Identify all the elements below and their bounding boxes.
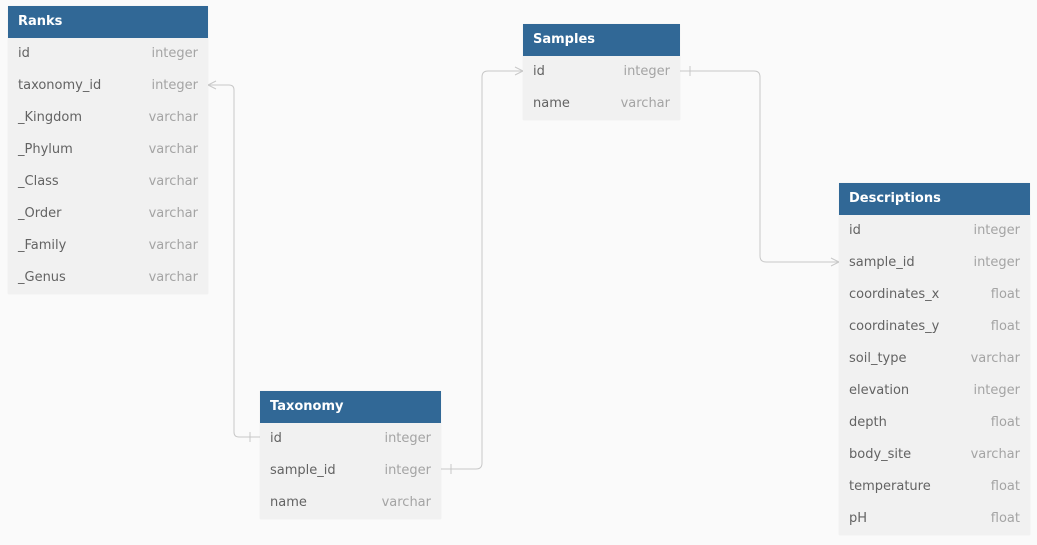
column-row[interactable]: coordinates_y float bbox=[839, 311, 1030, 343]
column-row[interactable]: pH float bbox=[839, 503, 1030, 535]
diagram-canvas: Ranks id integer taxonomy_id integer _Kingdo… bbox=[0, 0, 1037, 545]
column-type: varchar bbox=[620, 96, 670, 111]
column-name: elevation bbox=[849, 383, 910, 398]
column-type: varchar bbox=[148, 238, 198, 253]
column-type: integer bbox=[151, 78, 198, 93]
table-samples-columns: id integer name varchar bbox=[523, 56, 680, 120]
column-name: depth bbox=[849, 415, 887, 430]
column-name: pH bbox=[849, 511, 868, 526]
column-type: varchar bbox=[148, 174, 198, 189]
column-type: integer bbox=[384, 463, 431, 478]
column-name: _Genus bbox=[18, 270, 66, 285]
column-type: varchar bbox=[970, 447, 1020, 462]
column-type: integer bbox=[973, 223, 1020, 238]
column-name: body_site bbox=[849, 447, 912, 462]
table-taxonomy-header[interactable]: Taxonomy bbox=[260, 391, 441, 423]
table-taxonomy[interactable]: Taxonomy id integer sample_id integer name va… bbox=[260, 391, 441, 519]
column-row[interactable]: id integer bbox=[8, 38, 208, 70]
column-row[interactable]: _Kingdom varchar bbox=[8, 102, 208, 134]
column-row[interactable]: _Genus varchar bbox=[8, 262, 208, 294]
column-type: float bbox=[990, 479, 1020, 494]
column-row[interactable]: _Class varchar bbox=[8, 166, 208, 198]
column-name: name bbox=[270, 495, 307, 510]
column-type: integer bbox=[973, 255, 1020, 270]
column-type: integer bbox=[151, 46, 198, 61]
column-type: varchar bbox=[148, 270, 198, 285]
column-name: _Kingdom bbox=[18, 110, 82, 125]
column-row[interactable]: sample_id integer bbox=[839, 247, 1030, 279]
column-row[interactable]: id integer bbox=[839, 215, 1030, 247]
table-ranks-columns: id integer taxonomy_id integer _Kingdom varch… bbox=[8, 38, 208, 294]
column-row[interactable]: name varchar bbox=[260, 487, 441, 519]
column-type: varchar bbox=[381, 495, 431, 510]
table-descriptions-columns: id integer sample_id integer coordinates_x fl… bbox=[839, 215, 1030, 535]
column-type: float bbox=[990, 287, 1020, 302]
column-name: taxonomy_id bbox=[18, 78, 102, 93]
column-row[interactable]: depth float bbox=[839, 407, 1030, 439]
column-type: integer bbox=[973, 383, 1020, 398]
column-row[interactable]: soil_type varchar bbox=[839, 343, 1030, 375]
column-type: integer bbox=[384, 431, 431, 446]
table-ranks[interactable]: Ranks id integer taxonomy_id integer _Kingdo… bbox=[8, 6, 208, 294]
column-row[interactable]: taxonomy_id integer bbox=[8, 70, 208, 102]
column-type: float bbox=[990, 415, 1020, 430]
column-type: float bbox=[990, 319, 1020, 334]
column-row[interactable]: _Order varchar bbox=[8, 198, 208, 230]
column-type: varchar bbox=[148, 110, 198, 125]
column-row[interactable]: id integer bbox=[260, 423, 441, 455]
column-name: name bbox=[533, 96, 570, 111]
connector-taxonomy-samples bbox=[441, 70, 523, 470]
column-row[interactable]: _Family varchar bbox=[8, 230, 208, 262]
column-name: _Family bbox=[18, 238, 67, 253]
column-name: id bbox=[849, 223, 861, 238]
column-row[interactable]: name varchar bbox=[523, 88, 680, 120]
column-type: varchar bbox=[148, 142, 198, 157]
connector-ranks-taxonomy bbox=[208, 84, 260, 438]
column-row[interactable]: id integer bbox=[523, 56, 680, 88]
table-samples[interactable]: Samples id integer name varchar bbox=[523, 24, 680, 120]
column-name: _Order bbox=[18, 206, 62, 221]
column-name: soil_type bbox=[849, 351, 907, 366]
column-name: coordinates_x bbox=[849, 287, 940, 302]
column-name: _Class bbox=[18, 174, 59, 189]
column-type: integer bbox=[623, 64, 670, 79]
table-ranks-header[interactable]: Ranks bbox=[8, 6, 208, 38]
column-row[interactable]: elevation integer bbox=[839, 375, 1030, 407]
column-row[interactable]: _Phylum varchar bbox=[8, 134, 208, 166]
column-row[interactable]: sample_id integer bbox=[260, 455, 441, 487]
column-row[interactable]: coordinates_x float bbox=[839, 279, 1030, 311]
table-descriptions-header[interactable]: Descriptions bbox=[839, 183, 1030, 215]
column-type: float bbox=[990, 511, 1020, 526]
table-taxonomy-columns: id integer sample_id integer name varchar bbox=[260, 423, 441, 519]
column-name: coordinates_y bbox=[849, 319, 940, 334]
connector-samples-descriptions bbox=[680, 70, 839, 263]
column-name: id bbox=[270, 431, 282, 446]
column-name: temperature bbox=[849, 479, 931, 494]
column-type: varchar bbox=[148, 206, 198, 221]
column-type: varchar bbox=[970, 351, 1020, 366]
column-name: id bbox=[18, 46, 30, 61]
column-name: sample_id bbox=[270, 463, 336, 478]
column-row[interactable]: temperature float bbox=[839, 471, 1030, 503]
column-name: _Phylum bbox=[18, 142, 73, 157]
column-row[interactable]: body_site varchar bbox=[839, 439, 1030, 471]
column-name: id bbox=[533, 64, 545, 79]
table-samples-header[interactable]: Samples bbox=[523, 24, 680, 56]
table-descriptions[interactable]: Descriptions id integer sample_id integer co… bbox=[839, 183, 1030, 535]
column-name: sample_id bbox=[849, 255, 915, 270]
